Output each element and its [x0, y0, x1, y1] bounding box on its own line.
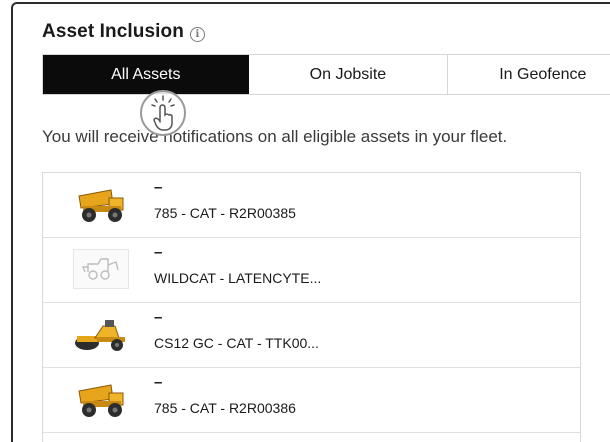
asset-name: 785 - CAT - R2R00386 [154, 400, 296, 416]
mining-truck-icon [78, 384, 124, 417]
tab-on-jobsite[interactable]: On Jobsite [249, 55, 449, 94]
asset-name: CS12 GC - CAT - TTK00... [154, 335, 319, 351]
asset-status-dash: – [154, 374, 163, 391]
tab-all-assets[interactable]: All Assets [43, 55, 249, 94]
notification-notice: You will receive notifications on all el… [42, 127, 508, 146]
header: Asset Inclusion i [42, 21, 205, 43]
generic-machine-icon [73, 249, 129, 289]
asset-status-dash: – [154, 309, 163, 326]
page-title: Asset Inclusion [42, 21, 184, 42]
mining-truck-icon [78, 189, 124, 222]
tab-in-geofence[interactable]: In Geofence [448, 55, 610, 94]
tap-hand-icon [151, 95, 175, 131]
asset-scope-tabs: All Assets On Jobsite In Geofence [42, 54, 610, 95]
soil-compactor-icon [75, 320, 125, 351]
asset-name: WILDCAT - LATENCYTE... [154, 270, 322, 286]
asset-row[interactable]: – 785 - CAT - R2R00385 [43, 173, 580, 238]
asset-row[interactable]: – CS12 GC - CAT - TTK00... [43, 303, 580, 368]
asset-status-dash: – [154, 179, 163, 196]
asset-list: – 785 - CAT - R2R00385 – WILDCAT - LATEN… [42, 172, 581, 442]
info-icon[interactable]: i [189, 26, 205, 42]
asset-name: 785 - CAT - R2R00385 [154, 205, 296, 221]
tap-cursor [140, 90, 186, 136]
asset-status-dash: – [154, 244, 163, 261]
asset-row[interactable]: – 785 - CAT - R2R00386 [43, 368, 580, 433]
asset-row[interactable]: – WILDCAT - LATENCYTE... [43, 238, 580, 303]
